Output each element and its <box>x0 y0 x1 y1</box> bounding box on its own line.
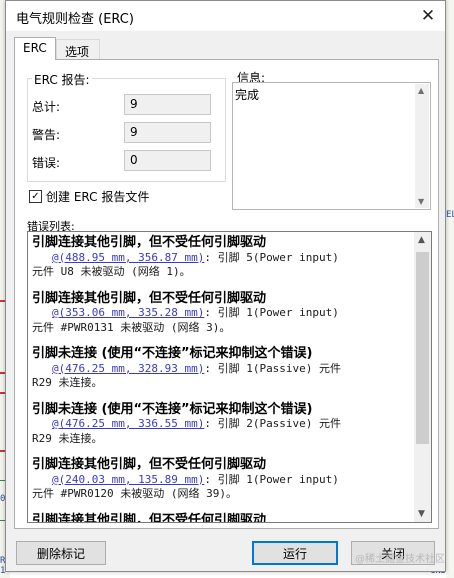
error-body: @(488.95 mm, 356.87 mm): 引脚 5(Power inpu… <box>32 251 415 266</box>
error-detail2: 元件 U8 未被驱动 (网络 1)。 <box>32 265 191 278</box>
error-body: @(353.06 mm, 335.28 mm): 引脚 1(Power inpu… <box>32 306 415 321</box>
error-title: 引脚连接其他引脚，但不受任何引脚驱动 <box>32 457 267 472</box>
erc-report-group: ERC 报告: 总计: 9 警告: 9 错误: 0 <box>27 71 226 182</box>
warnings-field: 9 <box>124 122 211 143</box>
error-location-link[interactable]: @(240.03 mm, 135.89 mm) <box>52 473 204 486</box>
errors-count-label: 错误: <box>32 156 61 170</box>
info-textarea[interactable]: 完成 ▲ ▼ <box>232 82 431 210</box>
create-report-file-label: 创建 ERC 报告文件 <box>46 190 150 204</box>
error-detail: : 引脚 1(Power input) <box>204 306 339 319</box>
error-list[interactable]: 引脚连接其他引脚，但不受任何引脚驱动 @(488.95 mm, 356.87 m… <box>27 231 432 523</box>
scroll-thumb[interactable] <box>416 252 429 444</box>
error-list-content: 引脚连接其他引脚，但不受任何引脚驱动 @(488.95 mm, 356.87 m… <box>32 235 415 523</box>
error-title: 引脚未连接 (使用“不连接”标记来抑制这个错误) <box>32 346 313 361</box>
info-text: 完成 <box>235 88 260 102</box>
erc-panel: ERC 报告: 总计: 9 警告: 9 错误: 0 ✓ 创建 ERC 报告文件 … <box>14 59 439 529</box>
run-button[interactable]: 运行 <box>252 541 338 565</box>
tab-erc[interactable]: ERC <box>14 37 56 60</box>
scroll-up-icon[interactable]: ▲ <box>418 86 424 95</box>
scroll-down-icon[interactable]: ▼ <box>418 509 425 519</box>
error-detail2: 元件 #PWR0120 未被驱动 (网络 39)。 <box>32 487 237 500</box>
total-label: 总计: <box>32 100 61 114</box>
error-detail: : 引脚 5(Power input) <box>204 250 339 264</box>
dialog-title: 电气规则检查 (ERC) <box>16 12 134 27</box>
error-detail: : 引脚 1(Power input) <box>204 472 339 486</box>
error-title: 引脚连接其他引脚，但不受任何引脚驱动 <box>32 512 267 523</box>
report-group-label: ERC 报告: <box>32 71 92 88</box>
error-item[interactable]: 引脚未连接 (使用“不连接”标记来抑制这个错误) @(476.25 mm, 33… <box>32 401 415 447</box>
error-item[interactable]: 引脚未连接 (使用“不连接”标记来抑制这个错误) @(476.25 mm, 32… <box>32 346 415 391</box>
error-body: @(240.03 mm, 135.89 mm): 引脚 1(Power inpu… <box>32 473 415 488</box>
watermark: @稀土掘金技术社区 <box>355 554 445 565</box>
create-report-file-checkbox[interactable]: ✓ <box>29 190 42 203</box>
error-location-link[interactable]: @(476.25 mm, 328.93 mm) <box>52 362 204 375</box>
background-schematic-right: EL GND <box>430 0 454 578</box>
errors-count-field: 0 <box>124 150 211 171</box>
error-location-link[interactable]: @(488.95 mm, 356.87 mm) <box>52 251 204 264</box>
checkmark-icon: ✓ <box>31 190 40 202</box>
error-item[interactable]: 引脚连接其他引脚，但不受任何引脚驱动 @(240.03 mm, 135.89 m… <box>32 457 415 502</box>
title-bar[interactable]: 电气规则检查 (ERC) ✕ <box>6 1 445 31</box>
create-report-file-option[interactable]: ✓ 创建 ERC 报告文件 <box>29 188 149 205</box>
error-detail2: R29 未连接。 <box>32 431 103 445</box>
tab-label: 选项 <box>65 45 90 59</box>
error-item[interactable]: 引脚连接其他引脚，但不受任何引脚驱动 @(488.95 mm, 356.87 m… <box>32 235 415 280</box>
error-body: @(476.25 mm, 336.55 mm): 引脚 2(Passive) 元… <box>32 417 415 432</box>
error-item[interactable]: 引脚连接其他引脚，但不受任何引脚驱动 @(353.06 mm, 335.28 m… <box>32 290 415 336</box>
delete-markers-button[interactable]: 删除标记 <box>16 541 106 565</box>
info-scrollbar[interactable]: ▲ ▼ <box>415 84 429 208</box>
error-title: 引脚连接其他引脚，但不受任何引脚驱动 <box>32 290 267 306</box>
run-label: 运行 <box>282 546 307 561</box>
error-detail2: 元件 #PWR0131 未被驱动 (网络 3)。 <box>32 320 231 334</box>
schematic-label: EL <box>446 210 454 220</box>
error-location-link[interactable]: @(476.25 mm, 336.55 mm) <box>52 417 204 430</box>
erc-dialog: 电气规则检查 (ERC) ✕ ERC 选项 ERC 报告: 总计: 9 警告: … <box>5 0 446 572</box>
tab-label: ERC <box>23 41 47 55</box>
tab-options[interactable]: 选项 <box>56 39 100 59</box>
error-detail: : 引脚 1(Passive) 元件 <box>204 361 342 375</box>
warnings-label: 警告: <box>32 128 61 142</box>
error-title: 引脚连接其他引脚，但不受任何引脚驱动 <box>32 235 267 250</box>
total-field: 9 <box>124 94 211 115</box>
scroll-down-icon[interactable]: ▼ <box>418 197 424 206</box>
error-location-link[interactable]: @(353.06 mm, 335.28 mm) <box>52 306 204 319</box>
error-item[interactable]: 引脚连接其他引脚，但不受任何引脚驱动 <box>32 512 415 523</box>
error-title: 引脚未连接 (使用“不连接”标记来抑制这个错误) <box>32 401 313 417</box>
close-window-button[interactable]: ✕ <box>411 1 445 31</box>
error-body: @(476.25 mm, 328.93 mm): 引脚 1(Passive) 元… <box>32 362 415 377</box>
close-icon: ✕ <box>420 6 436 26</box>
error-list-scrollbar[interactable]: ▲ ▼ <box>414 232 431 522</box>
error-detail: : 引脚 2(Passive) 元件 <box>204 417 342 430</box>
error-detail2: R29 未连接。 <box>32 376 103 389</box>
scroll-up-icon[interactable]: ▲ <box>418 235 425 245</box>
delete-markers-label: 删除标记 <box>36 546 85 561</box>
